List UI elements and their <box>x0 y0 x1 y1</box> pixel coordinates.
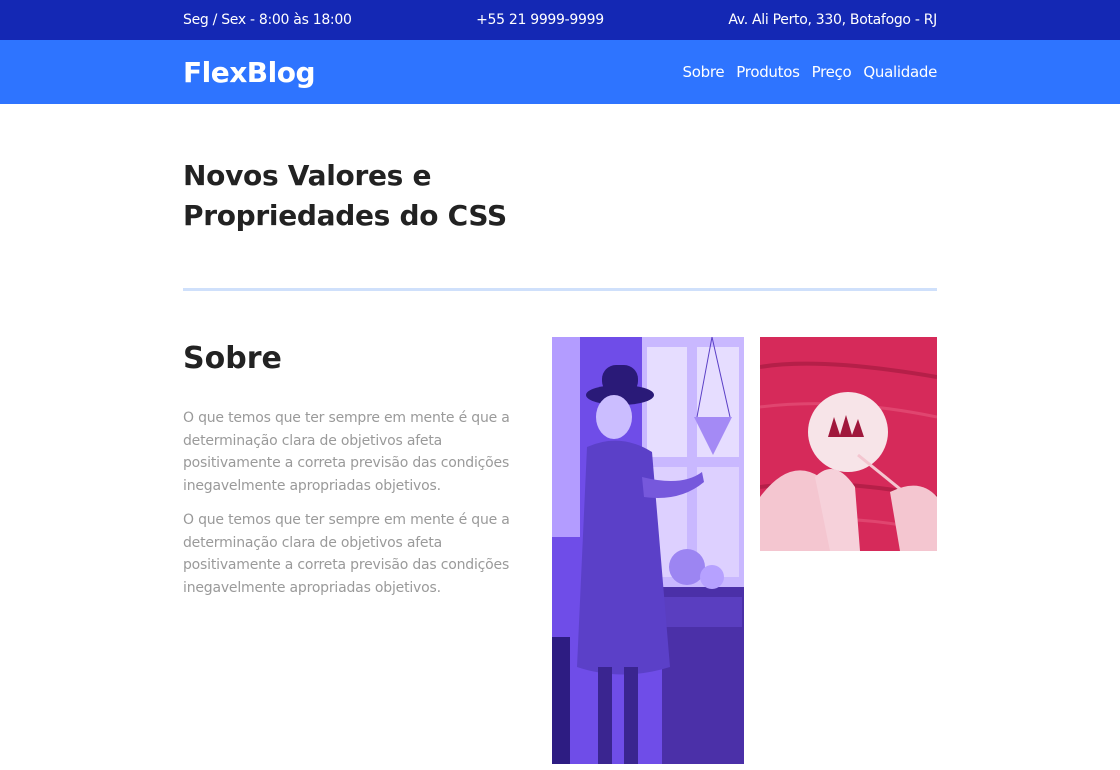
address: Av. Ali Perto, 330, Botafogo - RJ <box>728 12 937 28</box>
nav-link-qualidade[interactable]: Qualidade <box>863 63 937 81</box>
about-text: Sobre O que temos que ter sempre em ment… <box>183 337 552 764</box>
main-nav: Sobre Produtos Preço Qualidade <box>683 63 938 81</box>
about-heading: Sobre <box>183 341 282 376</box>
about-section: Sobre O que temos que ter sempre em ment… <box>183 337 937 764</box>
site-logo[interactable]: FlexBlog <box>183 56 316 89</box>
craft-photo <box>760 337 937 551</box>
woman-photo <box>552 337 744 764</box>
nav-link-sobre[interactable]: Sobre <box>683 63 725 81</box>
site-header: FlexBlog Sobre Produtos Preço Qualidade <box>0 40 1120 104</box>
about-paragraph: O que temos que ter sempre em mente é qu… <box>183 410 510 494</box>
phone-number: +55 21 9999-9999 <box>476 12 604 28</box>
divider <box>183 288 937 291</box>
page-title: Novos Valores e Propriedades do CSS <box>183 159 507 232</box>
opening-hours: Seg / Sex - 8:00 às 18:00 <box>183 12 352 28</box>
top-info-bar: Seg / Sex - 8:00 às 18:00 +55 21 9999-99… <box>0 0 1120 40</box>
about-paragraph: O que temos que ter sempre em mente é qu… <box>183 512 510 596</box>
nav-link-preco[interactable]: Preço <box>812 63 852 81</box>
nav-link-produtos[interactable]: Produtos <box>736 63 800 81</box>
main-content: Novos Valores e Propriedades do CSS Sobr… <box>183 156 937 764</box>
